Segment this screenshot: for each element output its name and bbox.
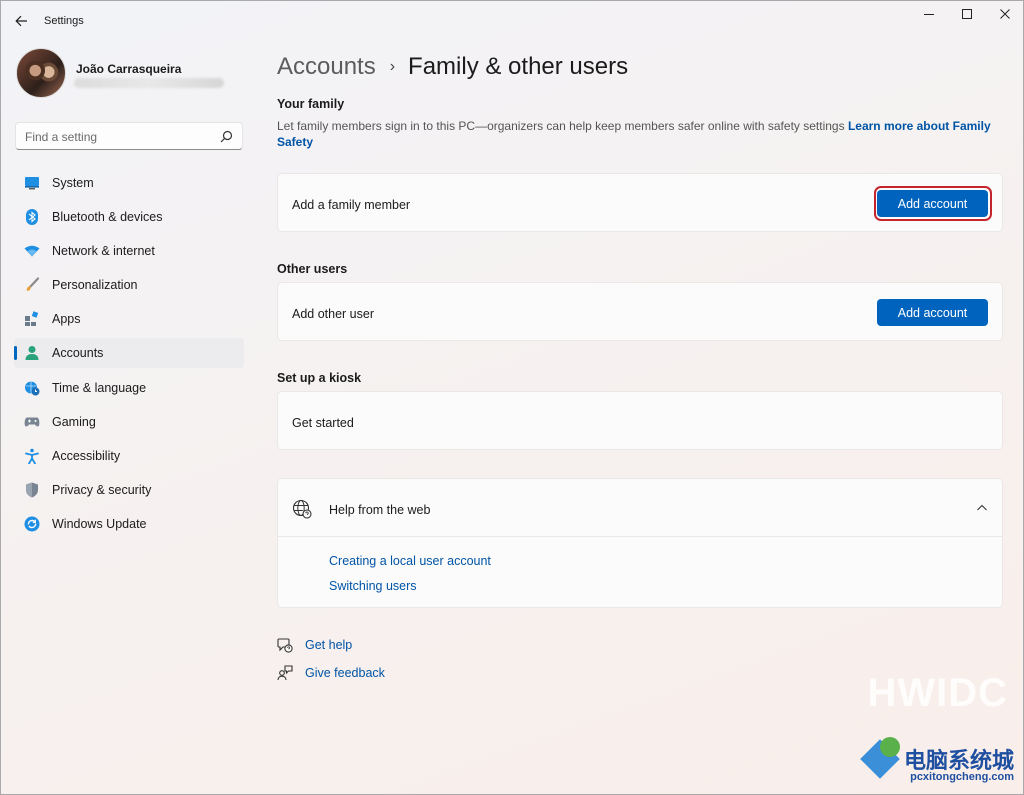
watermark: HWIDC 电脑系统城 pcxitongcheng.com (856, 671, 1016, 791)
breadcrumb: Accounts › Family & other users (277, 50, 628, 84)
feedback-icon (277, 665, 293, 681)
kiosk-card[interactable]: Get started (277, 391, 1003, 450)
gamepad-icon (24, 414, 40, 430)
add-family-member-card: Add a family member Add account (277, 173, 1003, 232)
close-icon (1000, 9, 1010, 19)
search-placeholder: Find a setting (25, 130, 98, 144)
sidebar-item-label: Network & internet (52, 244, 155, 259)
person-icon (24, 345, 40, 361)
sidebar-item-network[interactable]: Network & internet (14, 236, 244, 266)
window-controls (910, 0, 1024, 30)
get-help-icon (277, 638, 293, 653)
get-help-link[interactable]: Get help (277, 637, 352, 653)
watermark-brand: HWIDC (867, 671, 1008, 715)
chevron-right-icon: › (389, 58, 396, 75)
globe-clock-icon (24, 380, 40, 396)
watermark-cn-text: 电脑系统城 (903, 748, 1014, 773)
section-title-other-users: Other users (277, 262, 348, 276)
search-icon (220, 130, 233, 143)
avatar (16, 48, 66, 98)
sidebar-item-label: Privacy & security (52, 482, 152, 497)
update-icon (24, 516, 40, 532)
add-family-account-button[interactable]: Add account (877, 190, 988, 217)
app-title: Settings (44, 15, 84, 27)
add-other-user-card: Add other user Add account (277, 282, 1003, 341)
section-title-family: Your family (277, 97, 345, 111)
wifi-icon (24, 243, 40, 259)
get-help-label: Get help (305, 638, 353, 652)
watermark-url: pcxitongcheng.com (910, 771, 1014, 783)
help-link-switching-users[interactable]: Switching users (329, 579, 417, 593)
minimize-button[interactable] (910, 0, 948, 28)
sidebar-item-accessibility[interactable]: Accessibility (14, 441, 244, 471)
title-bar: Settings (0, 0, 1024, 42)
system-icon (24, 175, 40, 191)
accessibility-icon (24, 448, 40, 464)
minimize-icon (924, 14, 934, 15)
watermark-logo-shape (860, 739, 900, 779)
profile-name: João Carrasqueira (76, 62, 182, 76)
add-other-account-button[interactable]: Add account (877, 299, 988, 326)
sidebar-item-time-language[interactable]: Time & language (14, 373, 244, 403)
sidebar-item-accounts[interactable]: Accounts (14, 338, 244, 369)
give-feedback-label: Give feedback (305, 666, 385, 680)
family-description: Let family members sign in to this PC—or… (277, 118, 997, 150)
chevron-up-icon[interactable] (976, 502, 988, 514)
sidebar-item-apps[interactable]: Apps (14, 304, 244, 334)
sidebar-item-label: Apps (52, 312, 81, 327)
help-header[interactable]: Help from the web (278, 479, 1002, 537)
apps-icon (24, 311, 40, 327)
brush-icon (24, 277, 40, 293)
sidebar-item-label: Accounts (52, 346, 104, 361)
sidebar-item-label: Windows Update (52, 516, 147, 531)
sidebar-item-bluetooth[interactable]: Bluetooth & devices (14, 202, 244, 232)
close-button[interactable] (986, 0, 1024, 28)
arrow-left-icon (14, 15, 27, 27)
card-label: Get started (292, 416, 354, 430)
sidebar-item-label: Gaming (52, 414, 96, 429)
sidebar-item-system[interactable]: System (14, 168, 244, 198)
section-title-kiosk: Set up a kiosk (277, 371, 362, 385)
maximize-button[interactable] (948, 0, 986, 28)
globe-help-icon (292, 499, 312, 519)
card-label: Add other user (292, 307, 374, 321)
sidebar-item-personalization[interactable]: Personalization (14, 270, 244, 300)
user-profile[interactable]: João Carrasqueira (16, 48, 246, 102)
profile-email-blurred (74, 78, 224, 88)
card-label: Add a family member (292, 198, 411, 212)
maximize-icon (962, 9, 972, 19)
search-input[interactable]: Find a setting (15, 122, 243, 150)
sidebar-nav: System Bluetooth & devices Network & int… (14, 168, 244, 543)
bluetooth-icon (24, 209, 40, 226)
sidebar-item-windows-update[interactable]: Windows Update (14, 509, 244, 539)
watermark-logo-dot (880, 737, 900, 757)
sidebar-item-label: System (52, 176, 94, 190)
sidebar-item-label: Accessibility (52, 448, 121, 463)
family-description-text: Let family members sign in to this PC—or… (277, 119, 845, 133)
help-title: Help from the web (329, 503, 431, 517)
breadcrumb-parent[interactable]: Accounts (277, 53, 376, 81)
sidebar-item-label: Bluetooth & devices (52, 210, 163, 225)
sidebar-item-label: Time & language (52, 380, 147, 395)
help-link-creating-local-account[interactable]: Creating a local user account (329, 554, 491, 568)
back-button[interactable] (10, 11, 32, 31)
page-title: Family & other users (408, 53, 629, 80)
sidebar-item-privacy-security[interactable]: Privacy & security (14, 475, 244, 505)
help-from-web-card: Help from the web Creating a local user … (277, 478, 1003, 608)
give-feedback-link[interactable]: Give feedback (277, 665, 385, 681)
sidebar-item-gaming[interactable]: Gaming (14, 407, 244, 437)
sidebar-item-label: Personalization (52, 278, 138, 293)
shield-icon (24, 482, 40, 498)
